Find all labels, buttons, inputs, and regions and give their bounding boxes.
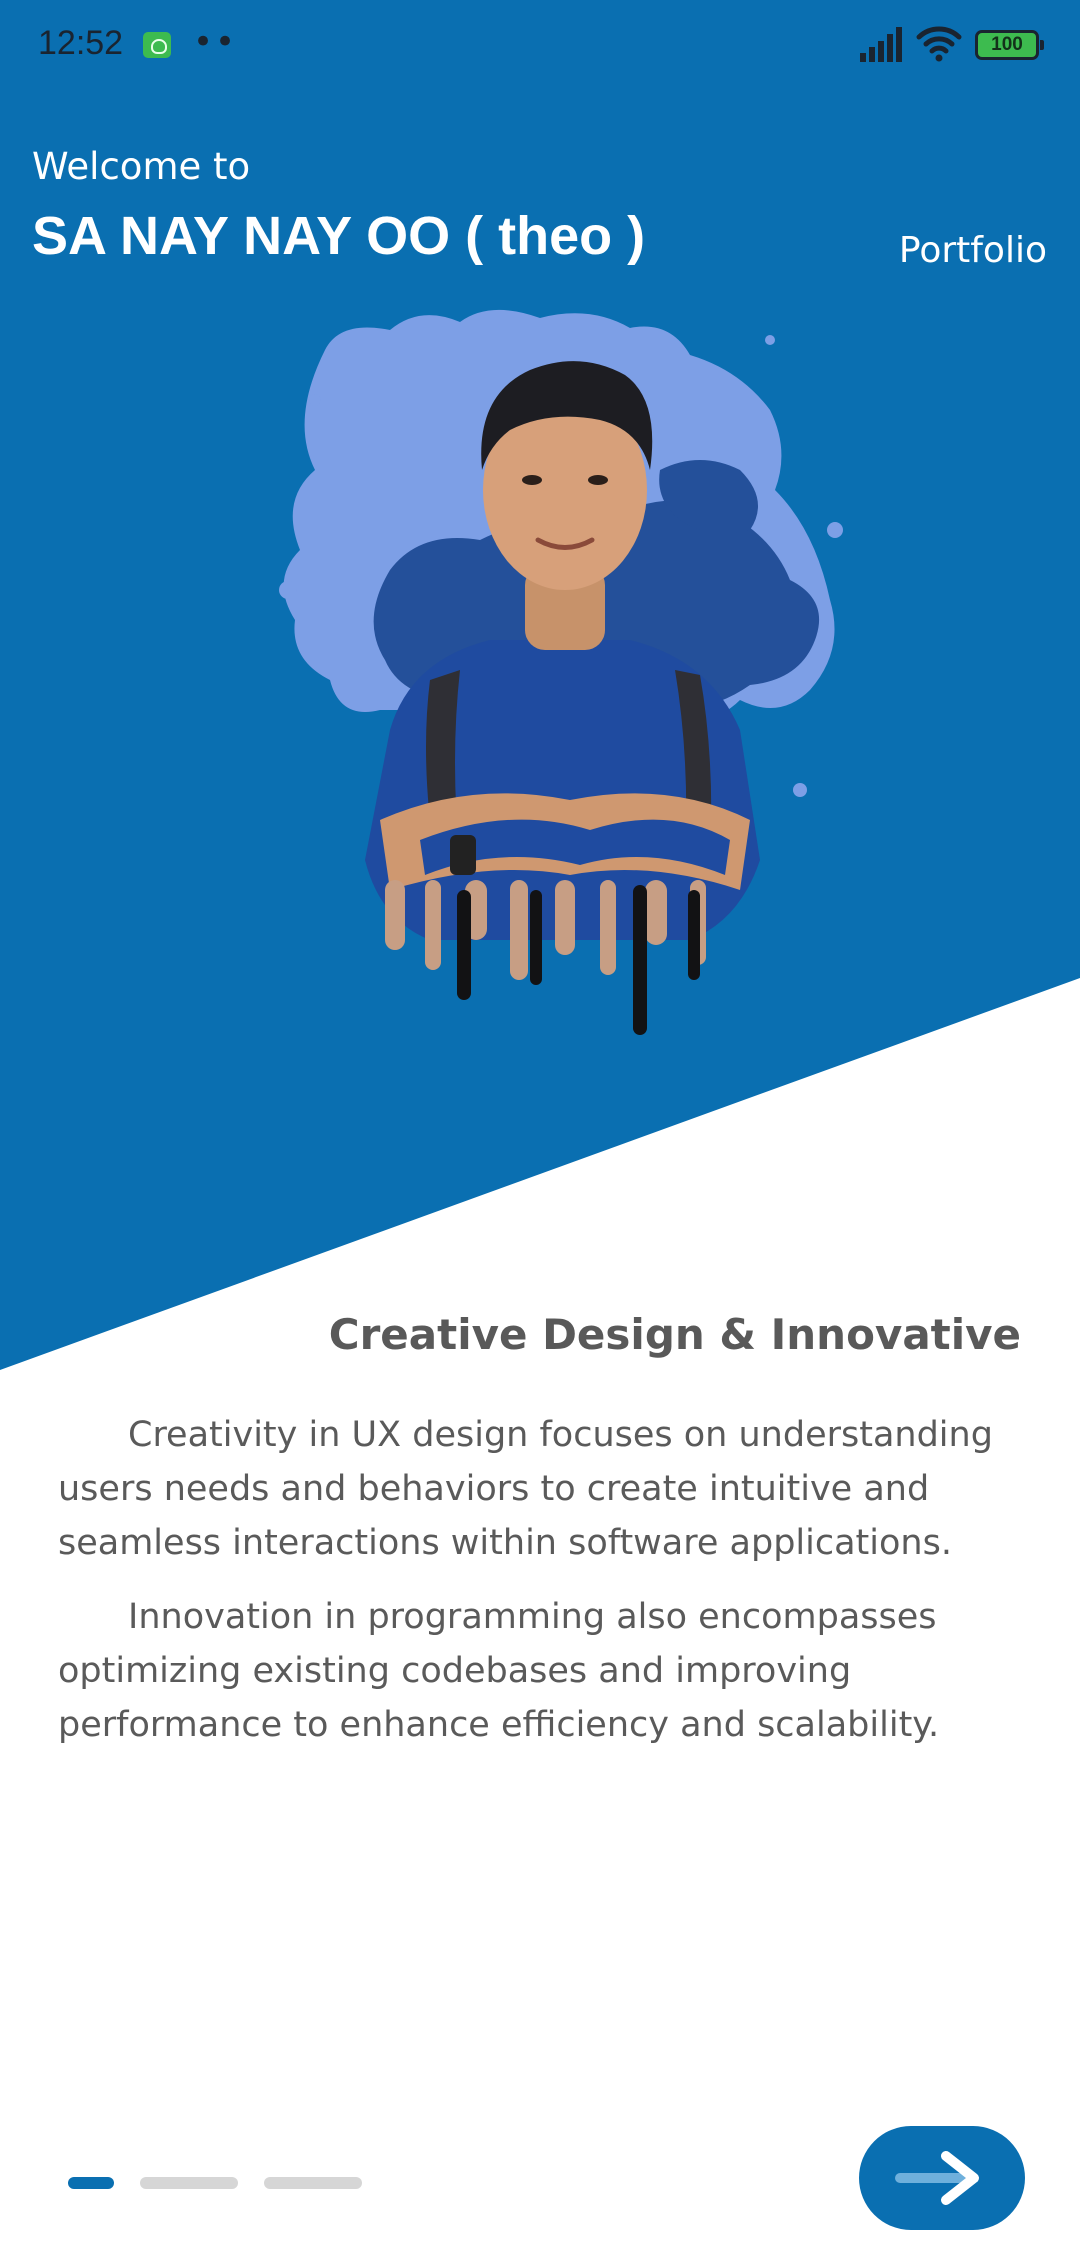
battery-icon: 100 xyxy=(975,30,1044,60)
arrow-right-icon xyxy=(895,2151,979,2205)
page-indicator-dot-active xyxy=(68,2177,114,2189)
welcome-label: Welcome to xyxy=(32,145,251,188)
signal-icon xyxy=(860,27,902,62)
page-indicator-dot xyxy=(140,2177,238,2189)
page-indicator xyxy=(68,2176,362,2190)
section-title: Creative Design & Innovative xyxy=(328,1310,1021,1359)
battery-level: 100 xyxy=(991,34,1023,55)
notification-dots: •• xyxy=(193,22,238,62)
portfolio-link[interactable]: Portfolio xyxy=(899,230,1047,271)
description-paragraph-2: Innovation in programming also encompass… xyxy=(58,1597,940,1745)
wifi-icon xyxy=(916,26,962,62)
profile-portrait-image xyxy=(279,309,843,1035)
next-button[interactable] xyxy=(859,2126,1025,2230)
description-paragraph-1: Creativity in UX design focuses on under… xyxy=(58,1415,993,1563)
status-bar: 12:52 •• 100 xyxy=(0,0,1080,92)
page-indicator-dot xyxy=(264,2177,362,2189)
status-time: 12:52 xyxy=(38,24,124,62)
owner-name: SA NAY NAY OO ( theo ) xyxy=(32,206,646,266)
android-notification-icon xyxy=(143,32,171,58)
